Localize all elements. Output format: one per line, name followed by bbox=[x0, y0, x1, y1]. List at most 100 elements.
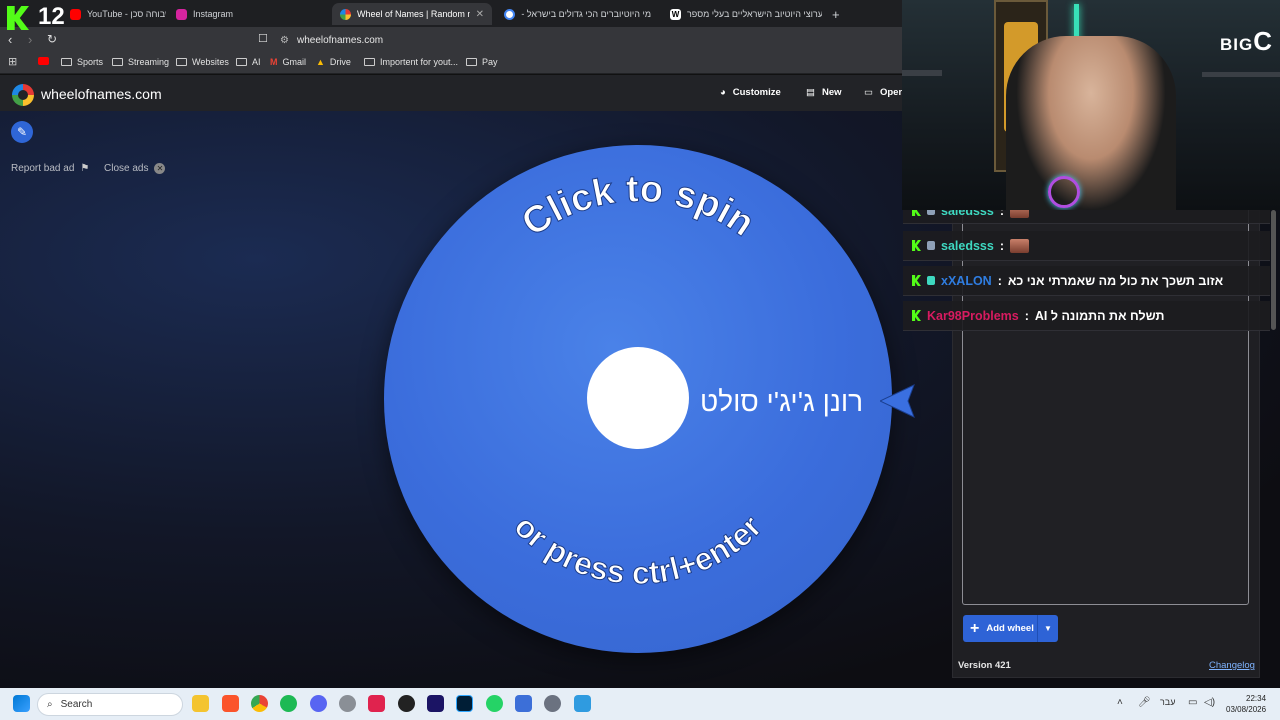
close-circle-icon: ✕ bbox=[154, 163, 166, 174]
chat-separator: : bbox=[999, 238, 1004, 253]
chrome-icon[interactable] bbox=[251, 695, 268, 712]
whatsapp-icon[interactable] bbox=[486, 695, 503, 712]
site-name[interactable]: wheelofnames.com bbox=[41, 86, 162, 102]
badge-icon bbox=[927, 241, 935, 250]
bookmark-streaming[interactable]: Streaming bbox=[112, 57, 169, 67]
report-bad-ad-link[interactable]: Report bad ad ⚑ bbox=[11, 163, 89, 174]
customize-label: Customize bbox=[732, 87, 781, 98]
app-icon[interactable] bbox=[368, 695, 385, 712]
chat-text: אזוב תשכך את כול מה שאמרתי אני כא bbox=[1007, 273, 1224, 288]
tab-instagram[interactable]: Instagram bbox=[168, 3, 328, 25]
recorder-icon[interactable] bbox=[398, 695, 415, 712]
apps-grid-icon[interactable]: ⊞ bbox=[8, 55, 17, 68]
taskbar-search[interactable]: ⌕ Search bbox=[37, 693, 183, 716]
site-header: wheelofnames.com ◕ Customize ▤ New ▭ Ope… bbox=[0, 75, 902, 111]
back-icon[interactable]: ‹ bbox=[8, 32, 12, 47]
emote-icon bbox=[1010, 238, 1029, 253]
close-ads-label: Close ads bbox=[104, 163, 149, 174]
photos-icon[interactable] bbox=[574, 695, 591, 712]
forward-icon[interactable]: › bbox=[28, 32, 32, 47]
wheel-center-hub[interactable] bbox=[587, 347, 689, 449]
obs-icon[interactable] bbox=[339, 695, 356, 712]
settings-gear-icon[interactable] bbox=[544, 695, 561, 712]
bookmark-websites[interactable]: Websites bbox=[176, 57, 229, 67]
palette-icon: ◕ bbox=[720, 87, 726, 98]
tab-youtube[interactable]: (2160) שבוחה סכן - YouTube bbox=[62, 3, 166, 25]
open-button[interactable]: ▭ Open bbox=[864, 87, 902, 98]
chat-username[interactable]: Kar98Problems bbox=[927, 309, 1019, 323]
discord-icon[interactable] bbox=[310, 695, 327, 712]
clock-date: 03/08/2026 bbox=[1226, 705, 1267, 714]
customize-button[interactable]: ◕ Customize bbox=[720, 87, 781, 98]
close-ads-link[interactable]: Close ads ✕ bbox=[104, 163, 166, 174]
new-button[interactable]: ▤ New bbox=[806, 87, 842, 98]
new-tab-button[interactable]: + bbox=[824, 3, 844, 25]
add-wheel-label: Add wheel bbox=[986, 623, 1034, 634]
report-bad-ad-label: Report bad ad bbox=[11, 163, 75, 174]
plus-icon: + bbox=[970, 619, 980, 637]
bookmark-pay[interactable]: Pay bbox=[466, 57, 498, 67]
tab-wikipedia[interactable]: W ערוצי היוטיוב הישראליים בעלי מספר bbox=[662, 3, 822, 25]
plus-icon: + bbox=[832, 6, 840, 22]
edit-pencil-button[interactable]: ✎ bbox=[11, 121, 33, 143]
wheel-logo-icon[interactable] bbox=[12, 84, 34, 106]
bookmark-gmail[interactable]: M Gmail bbox=[270, 57, 306, 67]
windows-start-icon[interactable] bbox=[13, 695, 30, 712]
bookmark-ai[interactable]: AI bbox=[236, 57, 261, 67]
document-icon: ▤ bbox=[806, 87, 815, 98]
microphone-icon[interactable]: 🎤︎ bbox=[1138, 697, 1151, 708]
folder-icon bbox=[176, 58, 187, 66]
changelog-link[interactable]: Changelog bbox=[1209, 660, 1255, 671]
bookmark-youtube[interactable] bbox=[38, 57, 49, 65]
folder-icon bbox=[466, 58, 477, 66]
chevron-up-icon[interactable]: ˄ bbox=[1117, 697, 1123, 708]
wikipedia-icon: W bbox=[670, 8, 681, 20]
chat-separator: : bbox=[1024, 308, 1029, 323]
chat-username[interactable]: xXALON bbox=[941, 274, 992, 288]
badge-icon bbox=[927, 276, 935, 285]
webcam-overlay: BIGC bbox=[902, 0, 1280, 210]
chat-message: Kar98Problems : תשלח את התמונה ל AI bbox=[903, 301, 1270, 331]
chat-message: saledsss : bbox=[903, 231, 1270, 261]
dropdown-chevron-icon[interactable]: ▼ bbox=[1037, 615, 1058, 642]
tab-google[interactable]: מי היוטיוברים הכי גדולים בישראל - ה bbox=[496, 3, 660, 25]
reload-icon[interactable]: ↻ bbox=[47, 32, 57, 46]
url-field[interactable]: ⚙ wheelofnames.com bbox=[280, 30, 920, 50]
add-wheel-button[interactable]: + Add wheel ▼ bbox=[963, 615, 1058, 642]
windows-taskbar: ⌕ Search ˄ 🎤︎ עבר ▭ ◁) 22:34 03/08/2026 bbox=[0, 688, 1280, 720]
premiere-icon[interactable] bbox=[427, 695, 444, 712]
spotify-icon[interactable] bbox=[280, 695, 297, 712]
search-placeholder: Search bbox=[60, 699, 93, 710]
bookmark-importent[interactable]: Importent for yout... bbox=[364, 57, 458, 67]
network-icon[interactable]: ▭ bbox=[1188, 697, 1197, 708]
chat-username[interactable]: saledsss bbox=[941, 239, 994, 253]
ring-light-image bbox=[1048, 176, 1080, 208]
volume-icon[interactable]: ◁) bbox=[1204, 697, 1215, 708]
folder-icon bbox=[112, 58, 123, 66]
photoshop-icon[interactable] bbox=[456, 695, 473, 712]
tab-label: Instagram bbox=[193, 9, 234, 19]
gmail-icon: M bbox=[270, 57, 278, 67]
system-clock[interactable]: 22:34 03/08/2026 bbox=[1226, 693, 1266, 715]
wheel-favicon-icon bbox=[340, 8, 351, 20]
tab-label: ערוצי היוטיוב הישראליים בעלי מספר bbox=[687, 9, 822, 19]
pencil-icon: ✎ bbox=[16, 125, 28, 139]
bookmark-label: Websites bbox=[192, 57, 229, 67]
bookmark-drive[interactable]: ▲ Drive bbox=[316, 57, 351, 67]
language-indicator[interactable]: עבר bbox=[1160, 697, 1175, 707]
url-text: wheelofnames.com bbox=[296, 34, 384, 46]
bookmark-star-icon[interactable]: ☐ bbox=[258, 32, 268, 45]
viewer-count-overlay: 12 bbox=[38, 3, 65, 30]
file-explorer-icon[interactable] bbox=[192, 695, 209, 712]
version-label: Version 421 bbox=[958, 660, 1011, 671]
brave-icon[interactable] bbox=[222, 695, 239, 712]
notepad-icon[interactable] bbox=[515, 695, 532, 712]
site-info-icon[interactable]: ⚙ bbox=[280, 35, 289, 46]
tab-wheel-of-names[interactable]: Wheel of Names | Random name ✕ bbox=[332, 3, 492, 25]
close-tab-icon[interactable]: ✕ bbox=[476, 9, 484, 20]
google-icon bbox=[504, 8, 515, 20]
bookmark-label: Streaming bbox=[128, 57, 170, 67]
chat-scrollbar[interactable] bbox=[1271, 210, 1276, 330]
bookmark-sports[interactable]: Sports bbox=[61, 57, 103, 67]
folder-icon bbox=[364, 58, 375, 66]
